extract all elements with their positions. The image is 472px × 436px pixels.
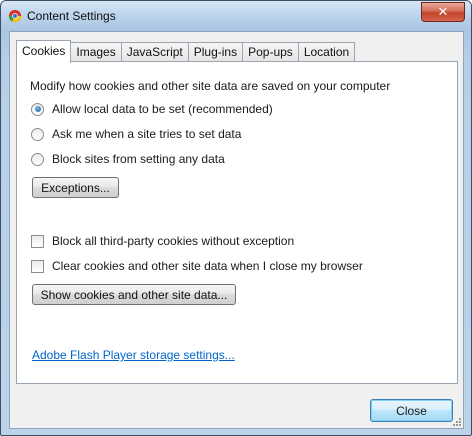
close-button[interactable]: Close bbox=[370, 399, 453, 422]
exceptions-button[interactable]: Exceptions... bbox=[32, 177, 119, 198]
radio-button[interactable] bbox=[31, 102, 44, 116]
checkbox-label: Block all third-party cookies without ex… bbox=[52, 234, 295, 248]
checkbox-clear-on-close[interactable]: Clear cookies and other site data when I… bbox=[31, 259, 363, 273]
show-cookies-button[interactable]: Show cookies and other site data... bbox=[32, 284, 236, 305]
checkbox[interactable] bbox=[31, 259, 44, 273]
radio-label: Ask me when a site tries to set data bbox=[52, 127, 242, 141]
cookies-description: Modify how cookies and other site data a… bbox=[30, 79, 391, 93]
close-icon: ✕ bbox=[437, 4, 449, 19]
tab-cookies[interactable]: Cookies bbox=[16, 40, 72, 63]
checkbox[interactable] bbox=[31, 234, 44, 248]
radio-ask-me[interactable]: Ask me when a site tries to set data bbox=[31, 127, 241, 141]
tab-location[interactable]: Location bbox=[297, 42, 356, 62]
radio-label: Allow local data to be set (recommended) bbox=[52, 102, 273, 116]
tab-pop-ups[interactable]: Pop-ups bbox=[242, 42, 299, 62]
radio-block-sites[interactable]: Block sites from setting any data bbox=[31, 152, 225, 166]
window-close-button[interactable]: ✕ bbox=[421, 2, 465, 22]
radio-allow-local-data[interactable]: Allow local data to be set (recommended) bbox=[31, 102, 273, 116]
tab-plug-ins[interactable]: Plug-ins bbox=[187, 42, 244, 62]
radio-button[interactable] bbox=[31, 127, 44, 141]
content-settings-window: Content Settings ✕ Cookies Images JavaSc… bbox=[0, 0, 472, 436]
chrome-icon bbox=[8, 9, 22, 23]
dialog-body: Cookies Images JavaScript Plug-ins Pop-u… bbox=[9, 31, 464, 429]
window-title: Content Settings bbox=[27, 9, 116, 23]
flash-storage-link[interactable]: Adobe Flash Player storage settings... bbox=[32, 348, 235, 362]
checkbox-label: Clear cookies and other site data when I… bbox=[52, 259, 363, 273]
tab-images[interactable]: Images bbox=[70, 42, 122, 62]
checkbox-block-third-party[interactable]: Block all third-party cookies without ex… bbox=[31, 234, 294, 248]
radio-label: Block sites from setting any data bbox=[52, 152, 225, 166]
resize-grip-icon[interactable] bbox=[452, 417, 462, 427]
tab-strip: Cookies Images JavaScript Plug-ins Pop-u… bbox=[16, 40, 356, 63]
tab-javascript[interactable]: JavaScript bbox=[120, 42, 189, 62]
title-bar[interactable]: Content Settings ✕ bbox=[1, 1, 471, 31]
radio-button[interactable] bbox=[31, 152, 44, 166]
cookies-panel: Modify how cookies and other site data a… bbox=[16, 61, 458, 384]
